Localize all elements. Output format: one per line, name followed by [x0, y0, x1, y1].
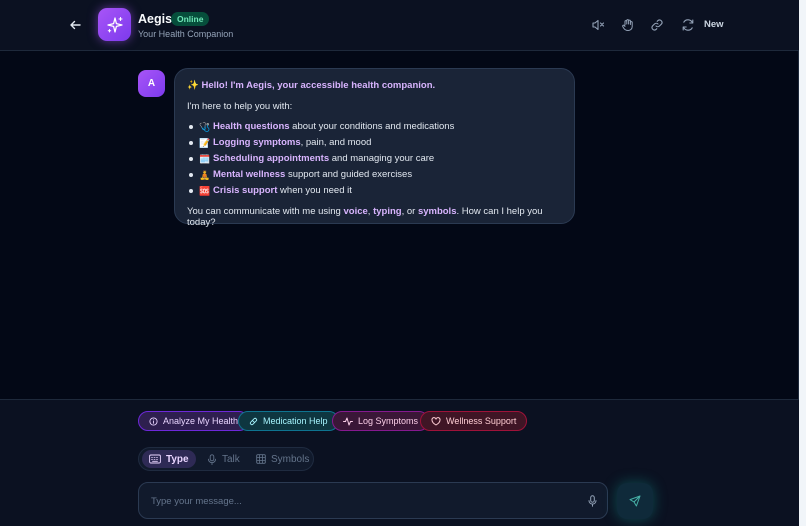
- item-title: Health questions: [213, 121, 290, 132]
- mic-icon: [208, 453, 216, 465]
- window-scrollbar[interactable]: [799, 0, 806, 526]
- list-item: 🧘 Mental wellness support and guided exer…: [187, 169, 562, 185]
- list-item: 🗓️ Scheduling appointments and managing y…: [187, 153, 562, 169]
- sparkle-icon: [106, 16, 123, 33]
- mute-button[interactable]: [589, 16, 607, 34]
- app-subtitle: Your Health Companion: [138, 29, 234, 39]
- keyword-typing: typing: [373, 206, 402, 217]
- item-title: Logging symptoms: [213, 137, 301, 148]
- composer-panel: Analyze My Health Medication Help Log Sy…: [0, 399, 799, 526]
- analyze-health-chip[interactable]: Analyze My Health: [138, 411, 250, 431]
- log-symptoms-chip[interactable]: Log Symptoms: [332, 411, 430, 431]
- item-text: when you need it: [277, 185, 352, 196]
- item-title: Crisis support: [213, 185, 278, 196]
- send-icon: [629, 495, 641, 507]
- list-item: 🩺 Health questions about your conditions …: [187, 121, 562, 137]
- mode-label: Type: [166, 453, 189, 465]
- item-text: , pain, and mood: [300, 137, 372, 148]
- back-arrow-icon: [70, 20, 81, 30]
- keyboard-icon: [149, 454, 161, 464]
- stethoscope-icon: 🩺: [199, 122, 211, 132]
- outro-part: You can communicate with me using: [187, 206, 344, 217]
- mode-symbols-button[interactable]: Symbols: [249, 450, 316, 468]
- refresh-icon: [682, 19, 694, 31]
- mode-talk-button[interactable]: Talk: [200, 450, 247, 468]
- item-title: Scheduling appointments: [213, 153, 330, 164]
- list-item: 🆘 Crisis support when you need it: [187, 185, 562, 201]
- mode-label: Symbols: [271, 453, 310, 465]
- send-button[interactable]: [617, 483, 653, 519]
- wellness-support-chip[interactable]: Wellness Support: [420, 411, 528, 431]
- message-input[interactable]: [151, 493, 571, 509]
- status-badge: Online: [171, 12, 210, 26]
- list-item: 📝 Logging symptoms, pain, and mood: [187, 137, 562, 153]
- keyword-voice: voice: [343, 206, 368, 217]
- calendar-icon: 🗓️: [199, 154, 211, 164]
- greeting-text: ✨ Hello! I'm Aegis, your accessible heal…: [187, 80, 436, 91]
- app-window: Aegis Online Your Health Companion New A…: [0, 0, 799, 526]
- assistant-message: ✨ Hello! I'm Aegis, your accessible heal…: [174, 68, 575, 228]
- medication-help-chip[interactable]: Medication Help: [238, 411, 339, 431]
- item-text: and managing your care: [329, 153, 435, 164]
- mic-icon: [588, 495, 596, 507]
- message-input-box: [138, 482, 608, 519]
- header: Aegis Online Your Health Companion New: [0, 0, 799, 51]
- gesture-button[interactable]: [619, 16, 637, 34]
- hand-icon: [622, 19, 633, 31]
- voice-input-button[interactable]: [584, 493, 600, 509]
- intro-text: I'm here to help you with:: [187, 101, 293, 112]
- mute-icon: [592, 19, 605, 31]
- outro-text: You can communicate with me using voice,…: [187, 206, 562, 228]
- activity-icon: [343, 417, 353, 425]
- assistant-avatar: A: [138, 70, 165, 97]
- app-name: Aegis: [138, 12, 173, 26]
- mode-label: Talk: [222, 453, 240, 465]
- link-button[interactable]: [648, 16, 666, 34]
- new-chat-button[interactable]: [679, 16, 697, 34]
- pill-icon: [249, 417, 258, 425]
- chip-label: Log Symptoms: [358, 416, 419, 426]
- mode-type-button[interactable]: Type: [142, 450, 196, 468]
- link-icon: [651, 19, 663, 31]
- item-text: support and guided exercises: [285, 169, 413, 180]
- keyword-symbols: symbols: [417, 206, 457, 217]
- heart-icon: [431, 416, 441, 425]
- app-logo: [98, 8, 131, 41]
- back-button[interactable]: [66, 16, 84, 34]
- capabilities-list: 🩺 Health questions about your conditions …: [187, 121, 562, 201]
- chip-label: Medication Help: [263, 416, 328, 426]
- info-circle-icon: [149, 416, 158, 426]
- sos-icon: 🆘: [199, 186, 211, 196]
- meditation-icon: 🧘: [199, 170, 211, 180]
- grid-icon: [256, 454, 266, 464]
- outro-part: , or: [401, 206, 418, 217]
- new-chat-label[interactable]: New: [704, 19, 724, 30]
- input-mode-toggle: Type Talk Symbols: [138, 447, 314, 471]
- chip-label: Wellness Support: [446, 416, 517, 426]
- chip-label: Analyze My Health: [163, 416, 239, 426]
- item-title: Mental wellness: [213, 169, 286, 180]
- memo-icon: 📝: [199, 138, 211, 148]
- item-text: about your conditions and medications: [289, 121, 455, 132]
